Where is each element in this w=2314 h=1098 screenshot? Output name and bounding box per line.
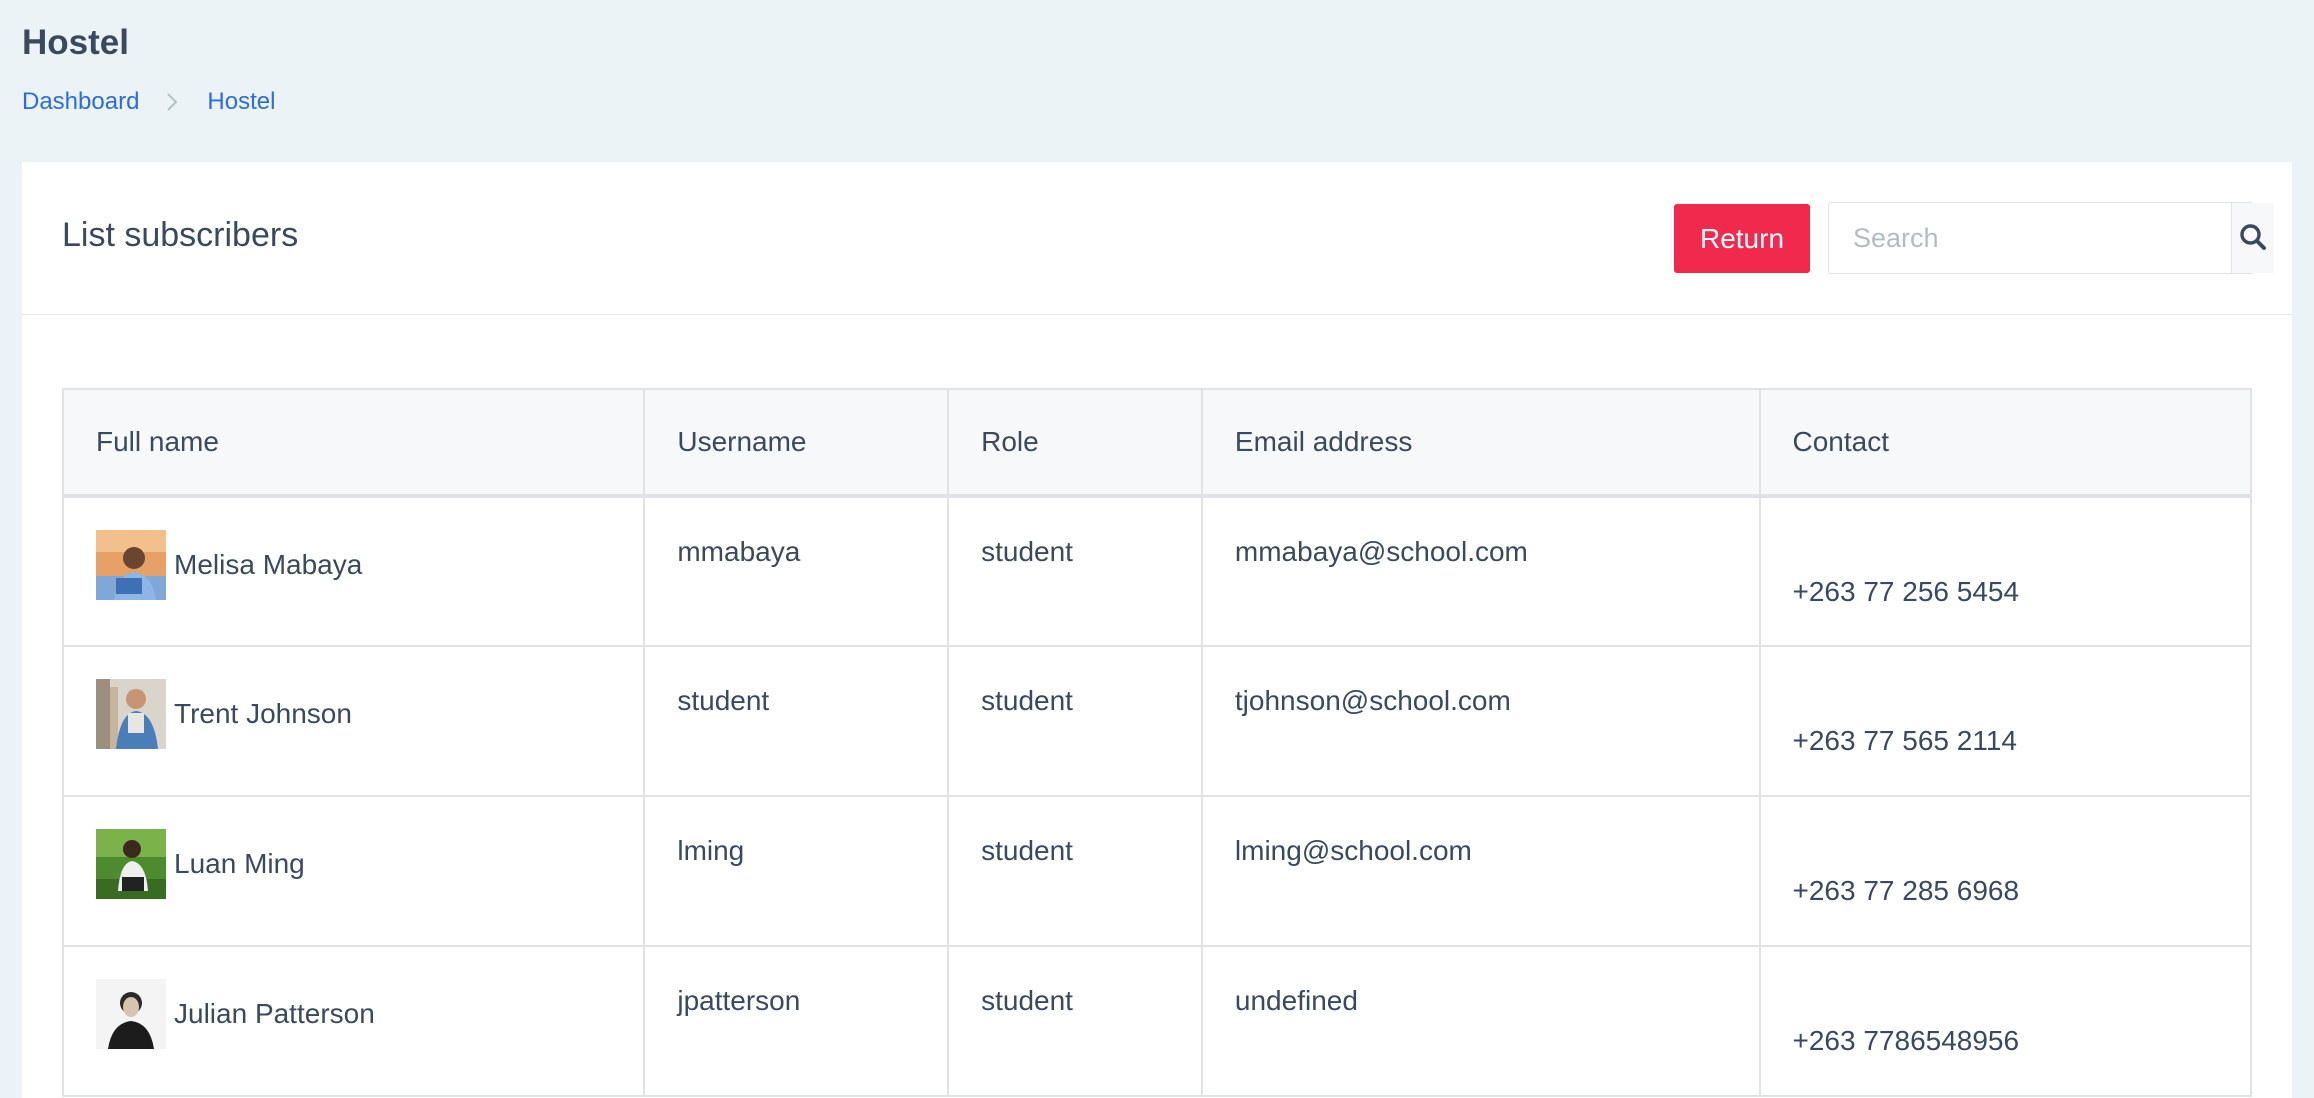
username-cell: jpatterson: [643, 945, 950, 1097]
role-cell: student: [947, 945, 1203, 1097]
contact-cell: +263 77 565 2114: [1758, 645, 2252, 797]
username-cell: student: [643, 645, 950, 797]
role-cell: student: [947, 495, 1203, 647]
search-input[interactable]: [1829, 203, 2231, 273]
search-group: [1828, 202, 2274, 274]
avatar: [96, 979, 166, 1049]
username-cell: lming: [643, 795, 950, 947]
contact-cell: +263 77 256 5454: [1758, 495, 2252, 647]
column-header-username[interactable]: Username: [643, 388, 950, 498]
full-name-cell: Melisa Mabaya: [61, 495, 646, 647]
subscriber-name: Trent Johnson: [174, 698, 352, 729]
role-cell: student: [947, 795, 1203, 947]
breadcrumb-hostel[interactable]: Hostel: [207, 88, 275, 116]
page-title: Hostel: [22, 23, 129, 62]
search-button[interactable]: [2231, 203, 2274, 273]
breadcrumb-dashboard[interactable]: Dashboard: [22, 88, 139, 116]
subscriber-name: Julian Patterson: [174, 998, 375, 1029]
table-row[interactable]: Trent Johnson student student tjohnson@s…: [61, 645, 2252, 797]
subscriber-name: Luan Ming: [174, 848, 305, 879]
breadcrumb: Dashboard Hostel: [22, 88, 275, 116]
card-header: List subscribers Return: [22, 162, 2292, 315]
avatar: [96, 829, 166, 899]
email-cell: tjohnson@school.com: [1200, 645, 1761, 797]
table-header-row: Full name Username Role Email address Co…: [61, 388, 2252, 498]
table-row[interactable]: Melisa Mabaya mmabaya student mmabaya@sc…: [61, 495, 2252, 647]
contact-cell: +263 77 285 6968: [1758, 795, 2252, 947]
avatar: [96, 530, 166, 600]
column-header-full-name[interactable]: Full name: [61, 388, 646, 498]
role-cell: student: [947, 645, 1203, 797]
card-title: List subscribers: [62, 216, 299, 254]
column-header-role[interactable]: Role: [947, 388, 1203, 498]
email-cell: undefined: [1200, 945, 1761, 1097]
table-row[interactable]: Luan Ming lming student lming@school.com…: [61, 795, 2252, 947]
column-header-email[interactable]: Email address: [1200, 388, 1761, 498]
subscribers-card: List subscribers Return Full name Userna…: [22, 162, 2292, 1098]
username-cell: mmabaya: [643, 495, 950, 647]
subscriber-name: Melisa Mabaya: [174, 549, 363, 580]
page-header: Hostel Dashboard Hostel: [22, 20, 275, 116]
table-row[interactable]: Julian Patterson jpatterson student unde…: [61, 945, 2252, 1097]
contact-cell: +263 7786548956: [1758, 945, 2252, 1097]
full-name-cell: Julian Patterson: [61, 945, 646, 1097]
return-button[interactable]: Return: [1674, 204, 1810, 273]
column-header-contact[interactable]: Contact: [1758, 388, 2252, 498]
email-cell: lming@school.com: [1200, 795, 1761, 947]
email-cell: mmabaya@school.com: [1200, 495, 1761, 647]
avatar: [96, 679, 166, 749]
chevron-right-icon: [159, 89, 185, 115]
subscribers-table: Full name Username Role Email address Co…: [61, 388, 2252, 1097]
full-name-cell: Trent Johnson: [61, 645, 646, 797]
full-name-cell: Luan Ming: [61, 795, 646, 947]
search-icon: [2238, 222, 2268, 255]
